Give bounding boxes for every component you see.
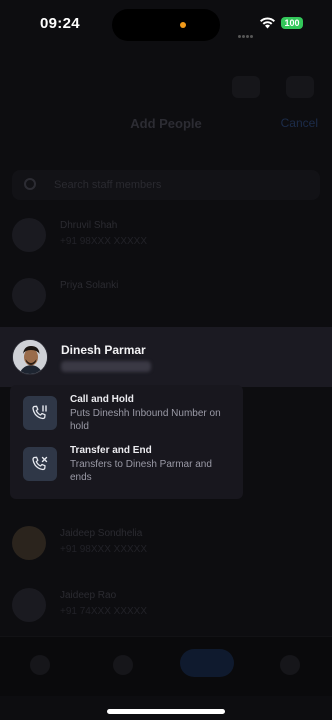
background-item-number: +91 74XXX XXXXX [60, 606, 148, 617]
menu-item-call-and-hold[interactable]: Call and Hold Puts Dineshh Inbound Numbe… [10, 392, 243, 440]
background-search-placeholder: Search staff members [54, 179, 162, 191]
background-cancel-button: Cancel [280, 116, 318, 130]
home-indicator[interactable] [107, 709, 225, 714]
background-more-icon [286, 76, 314, 98]
avatar [12, 278, 46, 312]
background-item-name: Dhruvil Shah [60, 220, 118, 231]
background-tab-icon [113, 655, 133, 675]
background-tab-icon [30, 655, 50, 675]
avatar [12, 588, 46, 622]
contact-photo-icon [13, 340, 47, 374]
background-add-icon [232, 76, 260, 98]
background-tab-active [180, 649, 234, 677]
contact-number-redacted [61, 361, 151, 372]
background-list-item: Dhruvil Shah +91 98XXX XXXXX [12, 214, 320, 254]
background-tab-bar [0, 636, 332, 696]
menu-item-title: Transfer and End [70, 445, 152, 456]
call-action-menu: Call and Hold Puts Dineshh Inbound Numbe… [10, 385, 243, 499]
menu-item-transfer-and-end[interactable]: Transfer and End Transfers to Dinesh Par… [10, 445, 243, 493]
contact-avatar [12, 339, 48, 375]
background-item-number: +91 98XXX XXXXX [60, 236, 148, 247]
contact-name: Dinesh Parmar [61, 343, 146, 357]
background-list-item: Jaideep Rao +91 74XXX XXXXX [12, 584, 320, 624]
menu-item-description: Puts Dineshh Inbound Number on hold [70, 408, 221, 432]
avatar [12, 218, 46, 252]
menu-item-description: Transfers to Dinesh Parmar and ends [70, 459, 212, 483]
background-list-item: Jaideep Sondhelia +91 98XXX XXXXX [12, 522, 320, 562]
phone-pause-icon [23, 396, 57, 430]
background-tab-icon [280, 655, 300, 675]
screen: 09:24 100 Add People Cancel Search staff… [0, 0, 332, 720]
background-item-number: +91 98XXX XXXXX [60, 544, 148, 555]
background-search-field: Search staff members [12, 170, 320, 200]
background-item-name: Priya Solanki [60, 280, 119, 291]
phone-x-icon [23, 447, 57, 481]
avatar [12, 526, 46, 560]
background-item-name: Jaideep Rao [60, 590, 117, 601]
menu-item-title: Call and Hold [70, 394, 134, 405]
selected-contact: Dinesh Parmar [0, 327, 332, 387]
background-item-name: Jaideep Sondhelia [60, 528, 143, 539]
background-list-item: Priya Solanki [12, 274, 320, 314]
search-icon [24, 178, 36, 190]
